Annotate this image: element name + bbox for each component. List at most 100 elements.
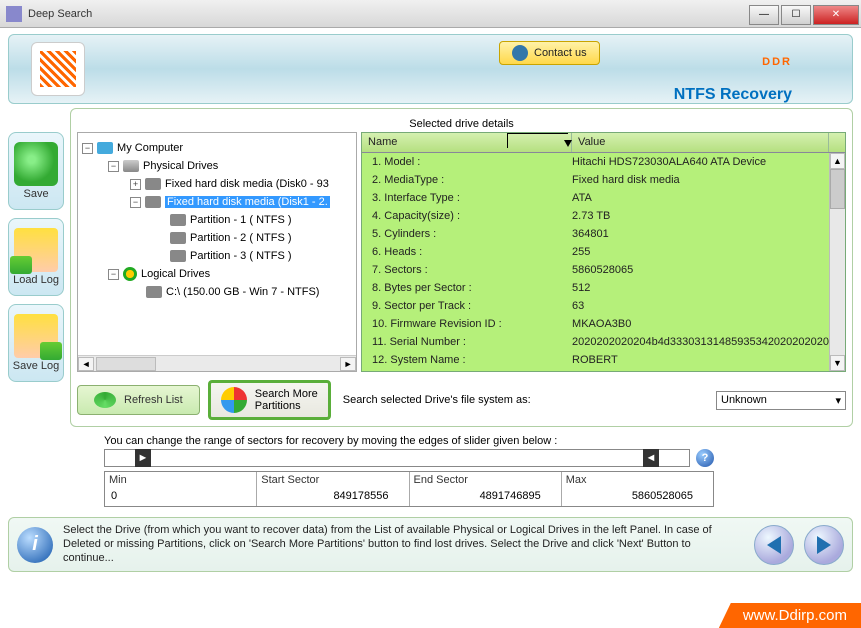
tree-node-disk0[interactable]: +Fixed hard disk media (Disk0 - 93 <box>82 175 356 193</box>
contact-label: Contact us <box>534 47 587 59</box>
table-row[interactable]: 12. System Name :ROBERT <box>362 351 829 369</box>
maximize-button[interactable]: ☐ <box>781 5 811 25</box>
selected-drive-heading: Selected drive details <box>77 115 846 130</box>
table-row[interactable]: 7. Sectors :5860528065 <box>362 261 829 279</box>
help-icon[interactable]: ? <box>696 449 714 467</box>
contact-us-button[interactable]: Contact us <box>499 41 600 65</box>
details-rows: 1. Model :Hitachi HDS723030ALA640 ATA De… <box>362 153 829 371</box>
tree-node-c-drive[interactable]: C:\ (150.00 GB - Win 7 - NTFS) <box>82 283 356 301</box>
logical-drives-icon <box>123 267 137 281</box>
detail-name: 12. System Name : <box>362 354 572 366</box>
next-button[interactable] <box>804 525 844 565</box>
table-row[interactable]: 10. Firmware Revision ID :MKAOA3B0 <box>362 315 829 333</box>
tree-node-disk1[interactable]: −Fixed hard disk media (Disk1 - 2. <box>82 193 356 211</box>
detail-value: 364801 <box>572 228 829 240</box>
header-band: Contact us DDR NTFS Recovery <box>8 34 853 104</box>
save-icon <box>14 142 58 186</box>
detail-value: 5860528065 <box>572 264 829 276</box>
partition-icon <box>170 250 186 262</box>
col-value-header[interactable]: Value <box>572 133 829 152</box>
detail-name: 11. Serial Number : <box>362 336 572 348</box>
scroll-thumb[interactable] <box>96 357 156 371</box>
refresh-list-label: Refresh List <box>124 394 183 406</box>
minimize-button[interactable]: — <box>749 5 779 25</box>
detail-value: 2020202020204b4d333031314859353420202020… <box>572 336 829 348</box>
scroll-down-icon[interactable]: ▼ <box>830 355 845 371</box>
scroll-left-icon[interactable]: ◄ <box>78 357 94 371</box>
refresh-list-button[interactable]: Refresh List <box>77 385 200 415</box>
drive-tree[interactable]: −My Computer −Physical Drives +Fixed har… <box>77 132 357 372</box>
table-row[interactable]: 9. Sector per Track :63 <box>362 297 829 315</box>
detail-name: 3. Interface Type : <box>362 192 572 204</box>
back-button[interactable] <box>754 525 794 565</box>
min-value: 0 <box>105 488 256 506</box>
arrow-right-icon <box>817 536 831 554</box>
partition-icon <box>170 232 186 244</box>
detail-name: 2. MediaType : <box>362 174 572 186</box>
details-header: Name Value <box>362 133 845 153</box>
detail-name: 7. Sectors : <box>362 264 572 276</box>
detail-name: 1. Model : <box>362 156 572 168</box>
start-sector-value: 849178556 <box>257 488 408 506</box>
tree-node-partition3[interactable]: Partition - 3 ( NTFS ) <box>82 247 356 265</box>
sector-range-table: Min0 Start Sector849178556 End Sector489… <box>104 471 714 507</box>
tree-node-my-computer[interactable]: −My Computer <box>82 139 356 157</box>
tree-node-partition1[interactable]: Partition - 1 ( NTFS ) <box>82 211 356 229</box>
close-button[interactable]: ✕ <box>813 5 859 25</box>
search-more-label: Search MorePartitions <box>255 388 318 412</box>
volume-icon <box>146 286 162 298</box>
table-row[interactable]: 6. Heads :255 <box>362 243 829 261</box>
details-vertical-scrollbar[interactable]: ▲ ▼ <box>829 153 845 371</box>
sector-range-slider[interactable]: ► ◄ <box>104 449 690 467</box>
brand-subtitle: NTFS Recovery <box>674 86 792 103</box>
detail-name: 6. Heads : <box>362 246 572 258</box>
detail-value: MKAOA3B0 <box>572 318 829 330</box>
save-log-button[interactable]: Save Log <box>8 304 64 382</box>
table-row[interactable]: 11. Serial Number :2020202020204b4d33303… <box>362 333 829 351</box>
color-wheel-icon <box>221 387 247 413</box>
scroll-thumb[interactable] <box>830 169 845 209</box>
tree-node-logical-drives[interactable]: −Logical Drives <box>82 265 356 283</box>
end-sector-header: End Sector <box>410 472 561 488</box>
computer-icon <box>97 142 113 154</box>
drives-icon <box>123 160 139 172</box>
person-icon <box>512 45 528 61</box>
file-system-select[interactable]: Unknown ▾ <box>716 391 846 410</box>
instruction-text: Select the Drive (from which you want to… <box>63 524 744 565</box>
min-header: Min <box>105 472 256 488</box>
save-label: Save <box>23 188 48 200</box>
detail-value: 63 <box>572 300 829 312</box>
detail-value: 512 <box>572 282 829 294</box>
table-row[interactable]: 1. Model :Hitachi HDS723030ALA640 ATA De… <box>362 153 829 171</box>
table-row[interactable]: 5. Cylinders :364801 <box>362 225 829 243</box>
file-system-label: Search selected Drive's file system as: <box>343 394 531 406</box>
table-row[interactable]: 2. MediaType :Fixed hard disk media <box>362 171 829 189</box>
max-value: 5860528065 <box>562 488 713 506</box>
slider-handle-right[interactable]: ◄ <box>643 449 659 467</box>
detail-name: 10. Firmware Revision ID : <box>362 318 572 330</box>
max-header: Max <box>562 472 713 488</box>
watermark-url: www.Ddirp.com <box>719 603 861 628</box>
table-row[interactable]: 4. Capacity(size) :2.73 TB <box>362 207 829 225</box>
drive-details-panel: Name Value 1. Model :Hitachi HDS723030AL… <box>361 132 846 372</box>
app-icon <box>6 6 22 22</box>
load-log-button[interactable]: Load Log <box>8 218 64 296</box>
table-row[interactable]: 8. Bytes per Sector :512 <box>362 279 829 297</box>
tree-node-partition2[interactable]: Partition - 2 ( NTFS ) <box>82 229 356 247</box>
search-more-partitions-button[interactable]: Search MorePartitions <box>208 380 331 420</box>
slider-handle-left[interactable]: ► <box>135 449 151 467</box>
tree-node-physical-drives[interactable]: −Physical Drives <box>82 157 356 175</box>
tree-horizontal-scrollbar[interactable]: ◄ ► <box>78 355 356 371</box>
scroll-right-icon[interactable]: ► <box>340 357 356 371</box>
app-logo <box>31 42 85 96</box>
detail-name: 5. Cylinders : <box>362 228 572 240</box>
detail-value: Hitachi HDS723030ALA640 ATA Device <box>572 156 829 168</box>
detail-name: 9. Sector per Track : <box>362 300 572 312</box>
refresh-icon <box>94 392 116 408</box>
scroll-up-icon[interactable]: ▲ <box>830 153 845 169</box>
instruction-footer: i Select the Drive (from which you want … <box>8 517 853 572</box>
disk-icon <box>145 178 161 190</box>
table-row[interactable]: 3. Interface Type :ATA <box>362 189 829 207</box>
save-button[interactable]: Save <box>8 132 64 210</box>
save-log-label: Save Log <box>13 360 59 372</box>
